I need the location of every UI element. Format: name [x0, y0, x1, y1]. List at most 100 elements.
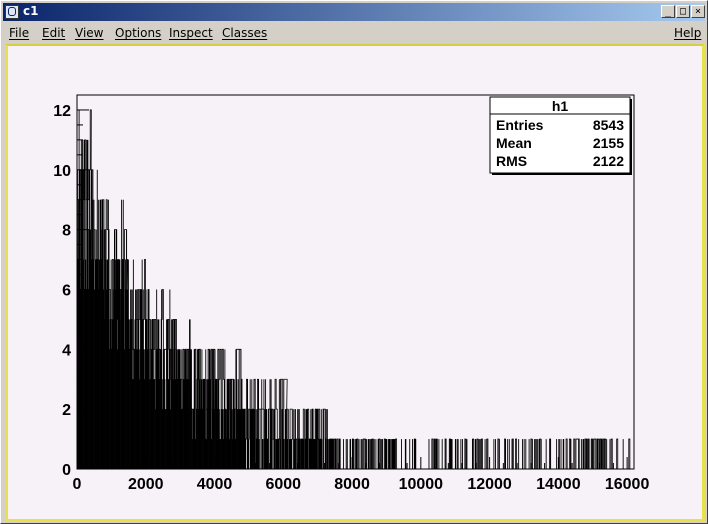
title-bar[interactable]: c1 _ □ × — [3, 3, 705, 21]
histogram-bar — [466, 439, 468, 469]
histogram-bar — [556, 439, 558, 469]
histogram-bar — [479, 439, 481, 469]
histogram-bar — [345, 439, 347, 469]
histogram-bar — [478, 439, 480, 469]
histogram-bar — [580, 439, 582, 469]
histogram-bar — [484, 439, 486, 469]
histogram-bar — [523, 439, 525, 469]
histogram-bar — [259, 409, 261, 469]
menu-help[interactable]: Help — [674, 26, 701, 40]
histogram-plot[interactable]: 0 2 4 6 8 10 12 0 2000 4000 6000 8000 10000 12000 1400… — [8, 46, 702, 522]
histogram-bar — [525, 439, 527, 469]
menu-file[interactable]: File — [9, 26, 29, 40]
menu-classes[interactable]: Classes — [222, 26, 267, 40]
histogram-bar — [354, 439, 356, 469]
histogram-bar — [262, 439, 264, 469]
window-title: c1 — [23, 4, 39, 18]
menu-options[interactable]: Options — [115, 26, 161, 40]
x-tick-label: 10000 — [399, 476, 444, 493]
histogram-bar — [597, 439, 599, 469]
histogram-bar — [412, 439, 413, 469]
y-tick-label: 6 — [62, 282, 71, 299]
root-canvas-window: c1 _ □ × File Edit View Options Inspect … — [0, 0, 708, 524]
histogram-bar — [604, 439, 605, 469]
menu-bar: File Edit View Options Inspect Classes H… — [3, 23, 705, 43]
y-tick-label: 0 — [62, 462, 71, 479]
stats-label: Entries — [496, 117, 544, 133]
histogram-bar — [536, 439, 538, 469]
histogram-bar — [342, 439, 344, 469]
y-tick-label: 4 — [62, 342, 71, 359]
histogram-bar — [359, 439, 361, 469]
app-icon[interactable] — [5, 5, 19, 19]
histogram-bar — [438, 439, 440, 469]
histogram-bar — [368, 439, 370, 469]
menu-inspect[interactable]: Inspect — [169, 26, 213, 40]
histogram-bar — [522, 439, 523, 469]
histogram-bar — [245, 439, 247, 469]
histogram-bar — [535, 439, 537, 469]
stats-label: RMS — [496, 153, 527, 169]
histogram-bar — [528, 439, 530, 469]
y-tick-label: 10 — [53, 163, 71, 180]
x-tick-label: 14000 — [536, 476, 581, 493]
histogram-bar — [518, 439, 520, 469]
canvas-area[interactable]: 0 2 4 6 8 10 12 0 2000 4000 6000 8000 10000 12000 1400… — [5, 44, 705, 522]
histogram-bar — [278, 379, 280, 469]
histogram-bar — [369, 439, 371, 469]
histogram-bar — [622, 439, 624, 469]
histogram-bar — [560, 439, 562, 469]
histogram-bar — [321, 439, 323, 469]
histogram-bar — [507, 439, 509, 469]
stats-value: 2155 — [593, 135, 624, 151]
histogram-bar — [346, 439, 348, 469]
histogram-bar — [558, 439, 560, 469]
histogram-bar — [401, 439, 402, 469]
histogram-bar — [373, 439, 375, 469]
x-tick-label: 8000 — [334, 476, 370, 493]
minimize-button[interactable]: _ — [661, 5, 675, 18]
x-tick-label: 16000 — [605, 476, 650, 493]
histogram-bar — [451, 439, 453, 469]
histogram-bar — [606, 439, 608, 469]
histogram-bar — [460, 439, 462, 469]
histogram-bar — [428, 439, 430, 469]
y-tick-label: 8 — [62, 223, 71, 240]
histogram-bar — [545, 439, 547, 469]
histogram-bar — [291, 439, 293, 469]
histogram-bar — [389, 439, 391, 469]
histogram-bar — [457, 439, 459, 469]
x-tick-label: 12000 — [467, 476, 512, 493]
histogram-bar — [493, 439, 495, 469]
close-button[interactable]: × — [691, 5, 705, 18]
histogram-bar — [258, 439, 260, 469]
histogram-bar — [455, 439, 457, 469]
x-tick-label: 0 — [73, 476, 82, 493]
histogram-bar — [361, 439, 363, 469]
histogram-bar — [609, 439, 611, 469]
histogram-bar — [350, 439, 352, 469]
stats-title: h1 — [552, 98, 569, 114]
stats-label: Mean — [496, 135, 532, 151]
x-tick-label: 6000 — [265, 476, 301, 493]
histogram-bar — [375, 439, 377, 469]
menu-edit[interactable]: Edit — [42, 26, 65, 40]
x-tick-label: 4000 — [197, 476, 233, 493]
histogram-bar — [382, 439, 383, 469]
histogram-bar — [441, 439, 443, 469]
stats-value: 8543 — [593, 117, 624, 133]
histogram-bar — [386, 439, 388, 469]
histogram-bar — [563, 439, 565, 469]
maximize-button[interactable]: □ — [676, 5, 690, 18]
histogram-bar — [409, 439, 411, 469]
histogram-bar — [534, 439, 536, 469]
histogram-bar — [380, 439, 382, 469]
histogram-bar — [327, 439, 329, 469]
histogram-bar — [405, 439, 407, 469]
histogram-bar — [390, 439, 392, 469]
x-tick-label: 2000 — [128, 476, 164, 493]
stats-value: 2122 — [593, 153, 624, 169]
histogram-bar — [495, 439, 496, 469]
histogram-bar — [583, 439, 585, 469]
menu-view[interactable]: View — [75, 26, 103, 40]
